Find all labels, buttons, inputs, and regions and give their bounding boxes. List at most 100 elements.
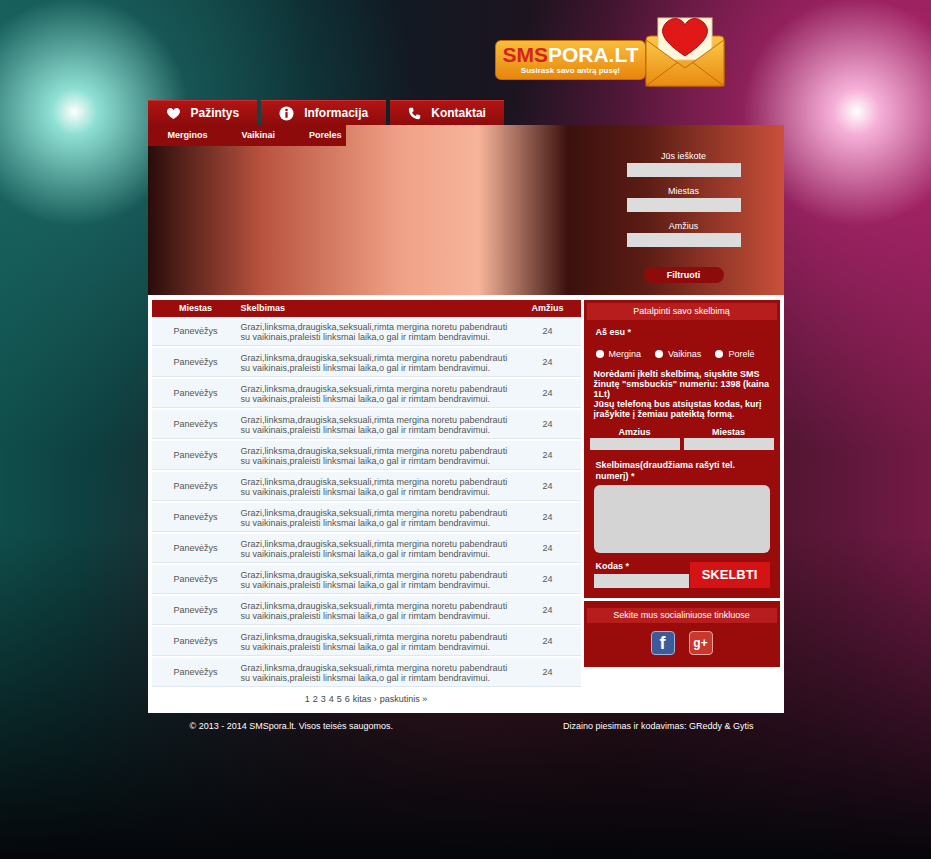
next-link[interactable]: kitas › [353,693,377,707]
table-row[interactable]: PanevėžysGrazi,linksma,draugiska,seksual… [152,472,581,503]
nav-tab[interactable]: Kontaktai [390,100,504,125]
who-option[interactable]: Mergina [596,348,642,362]
page-link[interactable]: 4 [329,693,334,707]
subnav-item[interactable]: Vaikinai [242,129,276,143]
filter-label: Miestas [668,185,699,197]
nav-icon-wrap [166,107,181,120]
envelope-heart-icon [644,10,726,88]
nav-tab[interactable]: Pažintys [148,100,258,125]
banner-photo: Merginos Vaikinai Poreles Jūs ieškote Miest… [148,125,784,295]
page-link[interactable]: 5 [337,693,342,707]
google-icon[interactable]: g+ [689,631,713,655]
code-row: Kodas * SKELBTI [584,561,780,588]
phone-icon [408,107,421,120]
post-form: Patalpinti savo skelbimą Aš esu * Mergin… [584,300,780,598]
page-link[interactable]: 1 [305,693,310,707]
table-header: MiestasSkelbimasAmžius [152,300,581,317]
table-cell: 24 [515,635,581,649]
table-row[interactable]: PanevėžysGrazi,linksma,draugiska,seksual… [152,503,581,534]
social-links: f g+ [584,631,780,655]
code-label: Kodas * [594,561,689,572]
table-cell: 24 [515,511,581,525]
sidebar: Patalpinti savo skelbimą Aš esu * Mergin… [584,300,780,709]
column-header: Amžius [515,302,581,316]
age-city-row: Amzius Miestas [584,427,780,450]
filter-label: Jūs ieškote [661,150,706,162]
table-row[interactable]: PanevėžysGrazi,linksma,draugiska,seksual… [152,410,581,441]
table-cell: Grazi,linksma,draugiska,seksuali,rimta m… [240,446,515,466]
info-icon [279,106,294,121]
radio[interactable] [715,350,723,358]
heart-icon [166,107,181,120]
table-cell: 24 [515,542,581,556]
page: SMSPORA.LT Susirask savo antrą pusę! [148,0,784,733]
filter-input[interactable] [627,233,741,247]
table-row[interactable]: PanevėžysGrazi,linksma,draugiska,seksual… [152,348,581,379]
sms-info: Norėdami įkelti skelbimą, siųskite SMS ž… [584,369,780,399]
copyright: © 2013 - 2014 SMSpora.lt. Visos teisės s… [190,720,394,734]
sub-nav: Merginos Vaikinai Poreles [148,125,346,146]
table-cell: 24 [515,325,581,339]
table-cell: Grazi,linksma,draugiska,seksuali,rimta m… [240,508,515,528]
who-label: Aš esu * [584,326,780,340]
column-header: Skelbimas [240,302,515,316]
table-cell: 24 [515,604,581,618]
table-cell: 24 [515,449,581,463]
ad-textarea[interactable] [594,485,770,553]
submit-button[interactable]: SKELBTI [690,562,770,588]
facebook-icon[interactable]: f [651,631,675,655]
city-input[interactable] [684,438,774,450]
table-row[interactable]: PanevėžysGrazi,linksma,draugiska,seksual… [152,596,581,627]
filter-button[interactable]: Filtruoti [644,267,724,283]
filter-input[interactable] [627,198,741,212]
radio[interactable] [655,350,663,358]
who-option-label: Porelė [728,348,754,362]
subnav-item[interactable]: Poreles [309,129,342,143]
logo-text: SMSPORA.LT [502,44,638,66]
social-title: Sekite mus socialiniuose tinkluose [587,608,777,623]
social-glyph: g+ [693,634,707,652]
subnav-item[interactable]: Merginos [168,129,208,143]
city-label: Miestas [712,427,745,438]
table-cell: Panevėžys [152,511,240,525]
table-row[interactable]: PanevėžysGrazi,linksma,draugiska,seksual… [152,658,581,689]
table-row[interactable]: PanevėžysGrazi,linksma,draugiska,seksual… [152,379,581,410]
table-cell: Panevėžys [152,418,240,432]
table-cell: Panevėžys [152,480,240,494]
table-cell: Panevėžys [152,666,240,680]
logo[interactable]: SMSPORA.LT Susirask savo antrą pusę! [495,10,725,88]
who-option[interactable]: Vaikinas [655,348,701,362]
logo-tagline: Susirask savo antrą pusę! [521,66,620,76]
nav-tab[interactable]: Informacija [261,100,386,125]
page-link[interactable]: 3 [321,693,326,707]
table-row[interactable]: PanevėžysGrazi,linksma,draugiska,seksual… [152,441,581,472]
table-row[interactable]: PanevėžysGrazi,linksma,draugiska,seksual… [152,627,581,658]
table-cell: Grazi,linksma,draugiska,seksuali,rimta m… [240,570,515,590]
filter-fields: Jūs ieškoteMiestasAmžius [627,150,741,255]
filter-input[interactable] [627,163,741,177]
ad-label: Skelbimas(draudžiama rašyti tel. numerį)… [584,460,780,482]
page-link[interactable]: 2 [313,693,318,707]
social-glyph: f [660,632,666,654]
table-row[interactable]: PanevėžysGrazi,linksma,draugiska,seksual… [152,317,581,348]
column-header: Miestas [152,302,240,316]
table-row[interactable]: PanevėžysGrazi,linksma,draugiska,seksual… [152,565,581,596]
last-link[interactable]: paskutinis » [380,693,428,707]
page-link[interactable]: 6 [345,693,350,707]
table-cell: 24 [515,666,581,680]
age-input[interactable] [590,438,680,450]
table-row[interactable]: PanevėžysGrazi,linksma,draugiska,seksual… [152,534,581,565]
code-info: Jūsų telefoną bus atsiųstas kodas, kurį … [584,399,780,419]
code-input[interactable] [594,574,689,588]
who-option[interactable]: Porelė [715,348,754,362]
table-cell: Grazi,linksma,draugiska,seksuali,rimta m… [240,353,515,373]
header: SMSPORA.LT Susirask savo antrą pusę! [148,0,784,100]
table-cell: Panevėžys [152,356,240,370]
table-cell: Grazi,linksma,draugiska,seksuali,rimta m… [240,539,515,559]
nav-label: Informacija [304,104,368,122]
credits: Dizaino piesimas ir kodavimas: GReddy & … [563,720,754,734]
who-option-label: Vaikinas [668,348,701,362]
pagination: 123456kitas ›paskutinis » [152,689,581,709]
table-cell: 24 [515,356,581,370]
radio[interactable] [596,350,604,358]
